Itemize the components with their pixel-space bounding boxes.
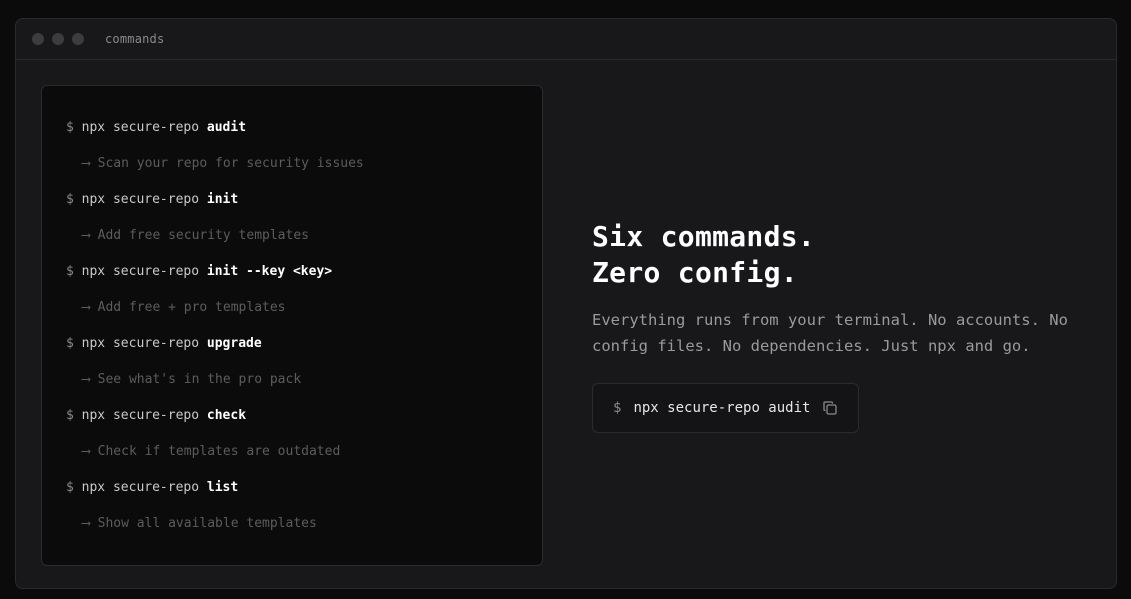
command-description: ⟶ Show all available templates: [66, 515, 542, 551]
command-subcommand: init: [206, 192, 239, 207]
description-text: Add free security templates: [97, 228, 309, 243]
command-base: npx secure-repo: [81, 336, 200, 351]
command-description: ⟶ Add free security templates: [66, 227, 542, 263]
prompt-symbol: $: [66, 480, 74, 495]
command-subcommand: audit: [206, 120, 247, 135]
window-maximize-dot[interactable]: [72, 33, 84, 45]
command-line-check: $ npx secure-repo check: [66, 407, 542, 443]
hero-subtext: Everything runs from your terminal. No a…: [592, 311, 1068, 355]
copy-icon[interactable]: [822, 400, 838, 416]
prompt-symbol: $: [66, 408, 74, 423]
copy-icon-svg: [823, 401, 838, 415]
prompt-symbol: $: [66, 336, 74, 351]
command-line-list: $ npx secure-repo list: [66, 479, 542, 515]
description-text: Show all available templates: [97, 516, 317, 531]
command-line-upgrade: $ npx secure-repo upgrade: [66, 335, 542, 371]
headline-line-2: Zero config.: [592, 256, 798, 289]
commands-terminal: $ npx secure-repo audit ⟶ Scan your repo…: [41, 85, 543, 566]
command-base: npx secure-repo: [81, 264, 200, 279]
description-text: Scan your repo for security issues: [97, 156, 364, 171]
arrow-icon: ⟶: [82, 516, 90, 531]
command-base: npx secure-repo: [81, 120, 200, 135]
command-description: ⟶ See what's in the pro pack: [66, 371, 542, 407]
title-bar: commands: [16, 19, 1116, 60]
arrow-icon: ⟶: [82, 444, 90, 459]
arrow-icon: ⟶: [82, 228, 90, 243]
window-minimize-dot[interactable]: [52, 33, 64, 45]
command-description: ⟶ Scan your repo for security issues: [66, 155, 542, 191]
description-text: Check if templates are outdated: [97, 444, 341, 459]
arrow-icon: ⟶: [82, 156, 90, 171]
command-base: npx secure-repo: [81, 408, 200, 423]
app-window: commands $ npx secure-repo audit ⟶ Scan …: [15, 18, 1117, 589]
command-base: npx secure-repo: [81, 192, 200, 207]
command-subcommand: check: [206, 408, 247, 423]
command-base: npx secure-repo: [81, 480, 200, 495]
command-line-init: $ npx secure-repo init: [66, 191, 542, 227]
prompt-symbol: $: [66, 120, 74, 135]
command-description: ⟶ Check if templates are outdated: [66, 443, 542, 479]
arrow-icon: ⟶: [82, 300, 90, 315]
command-description: ⟶ Add free + pro templates: [66, 299, 542, 335]
command-subcommand: init --key <key>: [206, 264, 333, 279]
window-title: commands: [105, 32, 165, 46]
install-command-box: $ npx secure-repo audit: [592, 383, 860, 433]
description-text: See what's in the pro pack: [97, 372, 302, 387]
prompt-symbol: $: [66, 192, 74, 207]
headline-line-1: Six commands.: [592, 220, 816, 253]
window-close-dot[interactable]: [32, 33, 44, 45]
prompt-symbol: $: [66, 264, 74, 279]
install-command-text: npx secure-repo audit: [633, 400, 811, 416]
command-line-audit: $ npx secure-repo audit: [66, 119, 542, 155]
hero-section: Six commands. Zero config. Everything ru…: [592, 219, 1102, 433]
command-subcommand: upgrade: [206, 336, 262, 351]
description-text: Add free + pro templates: [97, 300, 286, 315]
command-subcommand: list: [206, 480, 239, 495]
command-line-init-key: $ npx secure-repo init --key <key>: [66, 263, 542, 299]
command-prompt: $: [613, 400, 622, 416]
arrow-icon: ⟶: [82, 372, 90, 387]
hero-headline: Six commands. Zero config.: [592, 219, 1102, 291]
